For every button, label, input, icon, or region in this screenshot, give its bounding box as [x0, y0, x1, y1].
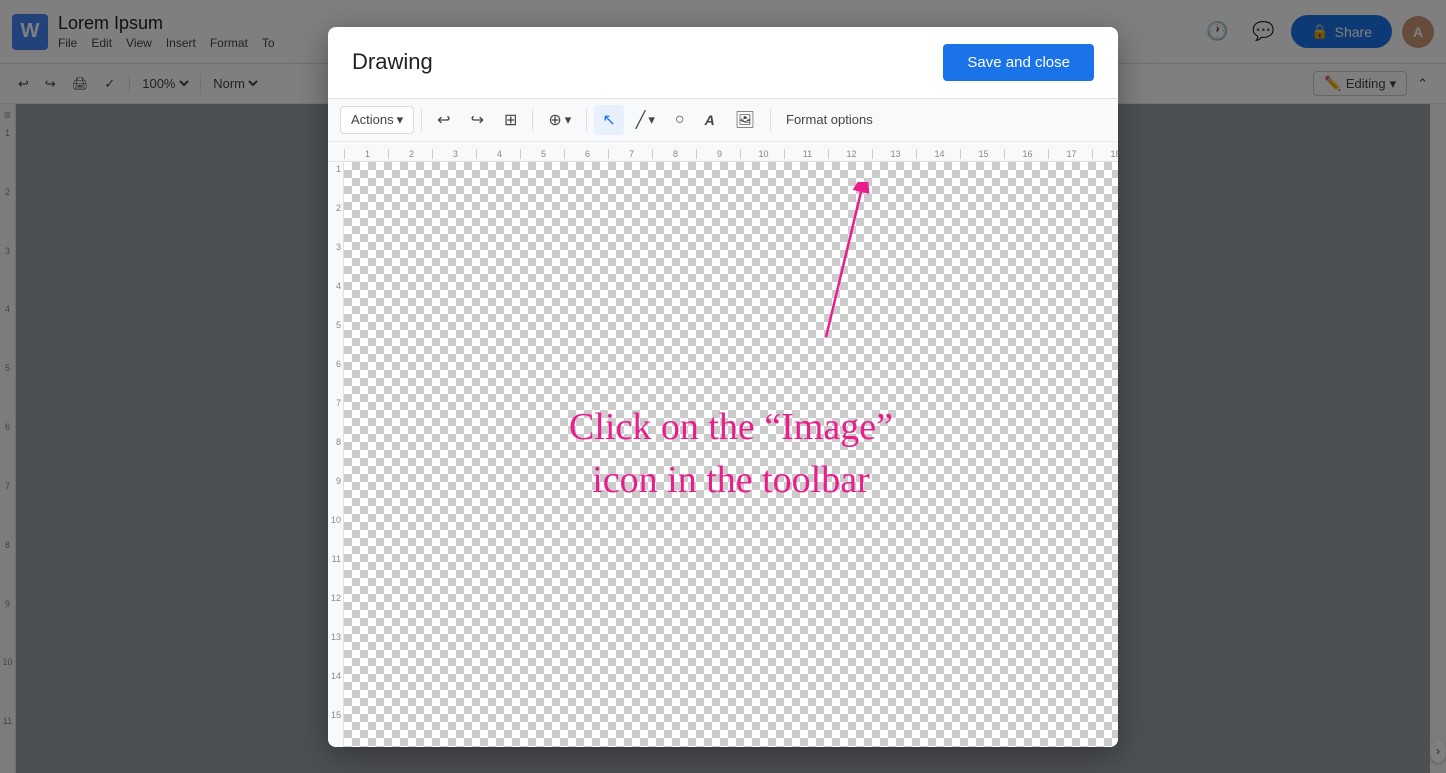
ln-6: 6: [328, 357, 343, 396]
annotation-arrow: [811, 182, 891, 342]
modal-overlay: Drawing Save and close Actions ▾ ↩ ↪ ⊞ ⊕: [0, 0, 1446, 773]
line-tool-button[interactable]: ╱ ▾: [628, 105, 663, 135]
ln-12: 12: [328, 591, 343, 630]
rm-13: 13: [872, 149, 916, 159]
rm-1: 1: [344, 149, 388, 159]
shape-icon: ○: [675, 111, 685, 129]
canvas-left-ruler: 1 2 3 4 5 6 7 8 9 10 11 12 13 14 15: [328, 162, 344, 747]
drawing-undo-icon: ↩: [437, 110, 450, 130]
image-button[interactable]: 🖼: [727, 105, 763, 135]
drawing-canvas-wrapper: 1 2 3 4 5 6 7 8 9 10 11 12 13 14 15 16 1: [328, 142, 1118, 747]
save-close-button[interactable]: Save and close: [943, 44, 1094, 81]
rm-16: 16: [1004, 149, 1048, 159]
drawing-canvas-area: 1 2 3 4 5 6 7 8 9 10 11 12 13 14 15: [328, 162, 1118, 747]
drawing-toolbar: Actions ▾ ↩ ↪ ⊞ ⊕ ▾ ↖ ╱: [328, 99, 1118, 142]
rm-7: 7: [608, 149, 652, 159]
annotation-line1: Click on the “Image”: [569, 406, 893, 448]
zoom-icon: ⊕: [548, 110, 561, 130]
arrange-button[interactable]: ⊞: [496, 105, 525, 135]
ln-1: 1: [328, 162, 343, 201]
rm-6: 6: [564, 149, 608, 159]
rm-2: 2: [388, 149, 432, 159]
zoom-dropdown-icon: ▾: [565, 112, 572, 128]
image-icon: 🖼: [735, 110, 755, 130]
annotation-text: Click on the “Image” icon in the toolbar: [569, 401, 893, 507]
actions-label: Actions: [351, 112, 394, 127]
drawing-dialog: Drawing Save and close Actions ▾ ↩ ↪ ⊞ ⊕: [328, 27, 1118, 747]
dt-divider-4: [770, 109, 771, 131]
rm-3: 3: [432, 149, 476, 159]
rm-4: 4: [476, 149, 520, 159]
dt-divider-3: [586, 109, 587, 131]
ln-7: 7: [328, 396, 343, 435]
rm-17: 17: [1048, 149, 1092, 159]
arrange-icon: ⊞: [504, 110, 517, 130]
ln-4: 4: [328, 279, 343, 318]
dt-divider-1: [421, 109, 422, 131]
line-icon: ╱: [636, 110, 646, 130]
line-dropdown-icon: ▾: [648, 112, 655, 128]
ln-14: 14: [328, 669, 343, 708]
rm-14: 14: [916, 149, 960, 159]
ln-10: 10: [328, 513, 343, 552]
actions-dropdown-icon: ▾: [397, 112, 404, 128]
ln-13: 13: [328, 630, 343, 669]
rm-10: 10: [740, 149, 784, 159]
zoom-button[interactable]: ⊕ ▾: [540, 105, 579, 135]
ln-11: 11: [328, 552, 343, 591]
ln-2: 2: [328, 201, 343, 240]
shape-tool-button[interactable]: ○: [667, 106, 693, 134]
rm-5: 5: [520, 149, 564, 159]
select-icon: ↖: [602, 110, 615, 130]
rm-9: 9: [696, 149, 740, 159]
rm-8: 8: [652, 149, 696, 159]
rm-12: 12: [828, 149, 872, 159]
wordart-button[interactable]: A: [697, 107, 723, 133]
drawing-undo-button[interactable]: ↩: [429, 105, 458, 135]
select-tool-button[interactable]: ↖: [594, 105, 623, 135]
ln-3: 3: [328, 240, 343, 279]
actions-button[interactable]: Actions ▾: [340, 106, 414, 134]
format-options-label[interactable]: Format options: [786, 112, 873, 127]
dialog-header: Drawing Save and close: [328, 27, 1118, 99]
ruler-marks: 1 2 3 4 5 6 7 8 9 10 11 12 13 14 15 16 1: [344, 149, 1118, 159]
drawing-redo-icon: ↪: [471, 110, 484, 130]
drawing-ruler: 1 2 3 4 5 6 7 8 9 10 11 12 13 14 15 16 1: [328, 142, 1118, 162]
ln-9: 9: [328, 474, 343, 513]
ln-15: 15: [328, 708, 343, 747]
annotation-line2: icon in the toolbar: [592, 459, 870, 501]
canvas-annotation: Click on the “Image” icon in the toolbar: [344, 162, 1118, 747]
wordart-icon: A: [705, 112, 715, 128]
drawing-redo-button[interactable]: ↪: [463, 105, 492, 135]
rm-11: 11: [784, 149, 828, 159]
canvas-main[interactable]: Click on the “Image” icon in the toolbar: [344, 162, 1118, 747]
ln-8: 8: [328, 435, 343, 474]
rm-18: 18: [1092, 149, 1118, 159]
dt-divider-2: [532, 109, 533, 131]
dialog-title: Drawing: [352, 49, 943, 75]
ln-5: 5: [328, 318, 343, 357]
rm-15: 15: [960, 149, 1004, 159]
